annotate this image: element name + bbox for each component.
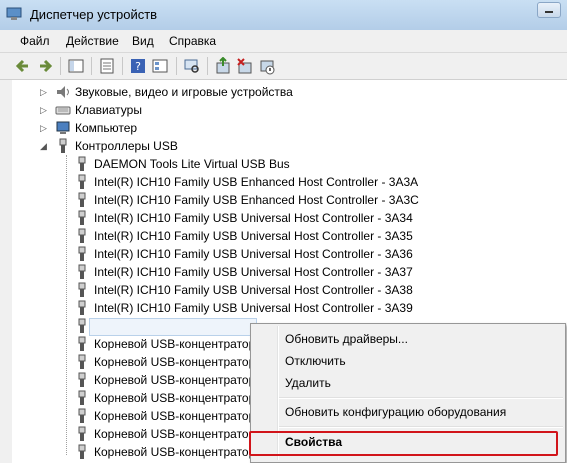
- usb-plug-icon: [78, 444, 86, 459]
- toolbar-separator: [122, 57, 123, 75]
- tree-item-label: Корневой USB-концентратор: [94, 391, 256, 405]
- toolbar-separator: [91, 57, 92, 75]
- context-scan-hardware[interactable]: Обновить конфигурацию оборудования: [285, 402, 506, 422]
- window-title: Диспетчер устройств: [30, 7, 158, 22]
- usb-plug-icon: [78, 336, 86, 351]
- highlight-frame: [249, 431, 558, 456]
- tree-item-label: Intel(R) ICH10 Family USB Universal Host…: [94, 283, 413, 297]
- scan-hardware-icon[interactable]: [183, 57, 201, 75]
- toolbar-separator: [60, 57, 61, 75]
- usb-plug-icon: [78, 426, 86, 441]
- context-update-drivers[interactable]: Обновить драйверы...: [285, 329, 408, 349]
- expand-arrow-icon[interactable]: ▷: [40, 106, 48, 115]
- usb-plug-icon: [78, 192, 86, 207]
- tree-item-label: Intel(R) ICH10 Family USB Universal Host…: [94, 229, 413, 243]
- menu-bar: Файл Действие Вид Справка: [0, 30, 567, 53]
- svg-text:?: ?: [135, 60, 141, 73]
- expand-arrow-icon[interactable]: ▷: [40, 124, 48, 133]
- tree-item-label: Корневой USB-концентратор: [94, 337, 256, 351]
- usb-plug-icon: [78, 282, 86, 297]
- usb-plug-icon: [78, 354, 86, 369]
- menu-action[interactable]: Действие: [66, 34, 119, 48]
- forward-icon[interactable]: [36, 57, 54, 75]
- tree-item-label: Корневой USB-концентратор: [94, 409, 256, 423]
- speaker-icon: [57, 86, 69, 98]
- view-icon[interactable]: [151, 57, 169, 75]
- tree-item-label: Компьютер: [75, 121, 138, 135]
- device-manager-icon: [6, 7, 22, 20]
- usb-plug-icon: [78, 318, 86, 333]
- back-icon[interactable]: [14, 57, 32, 75]
- tree-item-label: Клавиатуры: [75, 103, 142, 117]
- tree-item-label: Intel(R) ICH10 Family USB Universal Host…: [94, 265, 413, 279]
- tree-item-label: Контроллеры USB: [75, 139, 178, 153]
- title-bar: Диспетчер устройств: [0, 0, 567, 30]
- context-disable[interactable]: Отключить: [285, 351, 346, 371]
- usb-plug-icon: [78, 300, 86, 315]
- usb-plug-icon: [78, 210, 86, 225]
- uninstall-icon[interactable]: [236, 57, 254, 75]
- usb-plug-icon: [78, 408, 86, 423]
- expand-arrow-icon[interactable]: ▷: [40, 88, 48, 97]
- tree-item-label: Корневой USB-концентратор: [94, 373, 256, 387]
- usb-plug-icon: [78, 174, 86, 189]
- menu-view[interactable]: Вид: [132, 34, 154, 48]
- collapse-arrow-icon[interactable]: ◢: [40, 142, 48, 151]
- menu-help[interactable]: Справка: [169, 34, 216, 48]
- help-icon[interactable]: ?: [129, 57, 147, 75]
- usb-plug-icon: [78, 156, 86, 171]
- minimize-button[interactable]: [537, 2, 561, 18]
- usb-plug-icon: [78, 228, 86, 243]
- context-uninstall[interactable]: Удалить: [285, 373, 331, 393]
- usb-plug-icon: [78, 372, 86, 387]
- toolbar-separator: [176, 57, 177, 75]
- usb-plug-icon: [78, 264, 86, 279]
- context-separator: [279, 397, 563, 399]
- tree-item-label: Intel(R) ICH10 Family USB Universal Host…: [94, 301, 413, 315]
- tree-connector-line: [66, 155, 67, 455]
- toolbar: ?: [0, 53, 567, 80]
- tree-item-label: Звуковые, видео и игровые устройства: [75, 85, 293, 99]
- tree-item-label: Корневой USB-концентратор: [94, 427, 256, 441]
- context-separator: [279, 426, 563, 428]
- tree-item-label: DAEMON Tools Lite Virtual USB Bus: [94, 157, 290, 171]
- menu-file[interactable]: Файл: [20, 34, 50, 48]
- update-driver-icon[interactable]: [214, 57, 232, 75]
- tree-item-label: Корневой USB-концентратор: [94, 355, 256, 369]
- properties-icon[interactable]: [98, 57, 116, 75]
- tree-item-label: Intel(R) ICH10 Family USB Universal Host…: [94, 247, 413, 261]
- tree-item-label: Intel(R) ICH10 Family USB Universal Host…: [94, 211, 413, 225]
- show-hide-tree-icon[interactable]: [67, 57, 85, 75]
- selected-row-highlight: [89, 318, 257, 336]
- tree-item-label: Intel(R) ICH10 Family USB Enhanced Host …: [94, 175, 419, 189]
- computer-icon: [56, 121, 70, 134]
- keyboard-icon: [55, 106, 71, 115]
- tree-item-label: Корневой USB-концентратор: [94, 445, 256, 459]
- toolbar-separator: [207, 57, 208, 75]
- usb-plug-icon: [59, 138, 67, 153]
- usb-plug-icon: [78, 390, 86, 405]
- tree-item-label: Intel(R) ICH10 Family USB Enhanced Host …: [94, 193, 419, 207]
- disable-icon[interactable]: [258, 57, 276, 75]
- usb-plug-icon: [78, 246, 86, 261]
